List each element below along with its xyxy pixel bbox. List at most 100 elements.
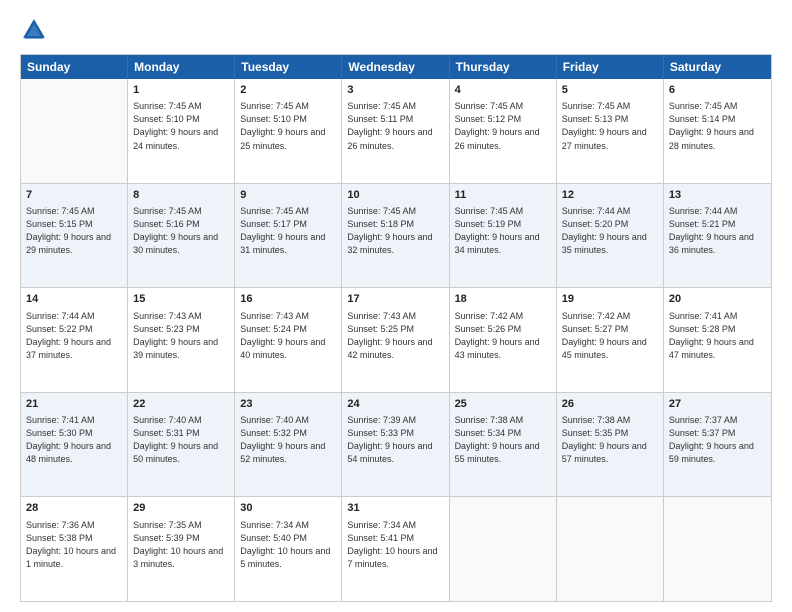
day-cell-3: 3 Sunrise: 7:45 AMSunset: 5:11 PMDaylight… xyxy=(342,79,449,183)
day-cell-4: 4 Sunrise: 7:45 AMSunset: 5:12 PMDaylight… xyxy=(450,79,557,183)
day-number: 9 xyxy=(240,188,336,203)
day-number: 30 xyxy=(240,501,336,516)
header-day-sunday: Sunday xyxy=(21,55,128,79)
header-day-tuesday: Tuesday xyxy=(235,55,342,79)
header-day-wednesday: Wednesday xyxy=(342,55,449,79)
day-info: Sunrise: 7:45 AMSunset: 5:14 PMDaylight:… xyxy=(669,100,766,152)
day-cell-2: 2 Sunrise: 7:45 AMSunset: 5:10 PMDaylight… xyxy=(235,79,342,183)
day-info: Sunrise: 7:43 AMSunset: 5:23 PMDaylight:… xyxy=(133,310,229,362)
day-number: 3 xyxy=(347,83,443,98)
day-info: Sunrise: 7:45 AMSunset: 5:10 PMDaylight:… xyxy=(240,100,336,152)
day-cell-18: 18 Sunrise: 7:42 AMSunset: 5:26 PMDayligh… xyxy=(450,288,557,392)
header-day-saturday: Saturday xyxy=(664,55,771,79)
day-cell-9: 9 Sunrise: 7:45 AMSunset: 5:17 PMDaylight… xyxy=(235,184,342,288)
day-info: Sunrise: 7:34 AMSunset: 5:40 PMDaylight:… xyxy=(240,519,336,571)
calendar-week-5: 28 Sunrise: 7:36 AMSunset: 5:38 PMDayligh… xyxy=(21,497,771,601)
day-number: 1 xyxy=(133,83,229,98)
day-info: Sunrise: 7:45 AMSunset: 5:12 PMDaylight:… xyxy=(455,100,551,152)
day-number: 4 xyxy=(455,83,551,98)
day-cell-23: 23 Sunrise: 7:40 AMSunset: 5:32 PMDayligh… xyxy=(235,393,342,497)
empty-cell xyxy=(557,497,664,601)
day-number: 6 xyxy=(669,83,766,98)
day-info: Sunrise: 7:41 AMSunset: 5:30 PMDaylight:… xyxy=(26,414,122,466)
day-number: 7 xyxy=(26,188,122,203)
day-number: 31 xyxy=(347,501,443,516)
header xyxy=(20,16,772,44)
day-cell-30: 30 Sunrise: 7:34 AMSunset: 5:40 PMDayligh… xyxy=(235,497,342,601)
day-number: 15 xyxy=(133,292,229,307)
day-number: 2 xyxy=(240,83,336,98)
day-cell-16: 16 Sunrise: 7:43 AMSunset: 5:24 PMDayligh… xyxy=(235,288,342,392)
day-info: Sunrise: 7:45 AMSunset: 5:11 PMDaylight:… xyxy=(347,100,443,152)
day-info: Sunrise: 7:41 AMSunset: 5:28 PMDaylight:… xyxy=(669,310,766,362)
day-info: Sunrise: 7:34 AMSunset: 5:41 PMDaylight:… xyxy=(347,519,443,571)
day-cell-15: 15 Sunrise: 7:43 AMSunset: 5:23 PMDayligh… xyxy=(128,288,235,392)
day-number: 11 xyxy=(455,188,551,203)
day-number: 13 xyxy=(669,188,766,203)
calendar-header: SundayMondayTuesdayWednesdayThursdayFrid… xyxy=(21,55,771,79)
day-number: 25 xyxy=(455,397,551,412)
day-number: 29 xyxy=(133,501,229,516)
day-cell-27: 27Sunrise: 7:37 AMSunset: 5:37 PMDayligh… xyxy=(664,393,771,497)
day-number: 14 xyxy=(26,292,122,307)
day-number: 17 xyxy=(347,292,443,307)
empty-cell xyxy=(21,79,128,183)
day-cell-5: 5 Sunrise: 7:45 AMSunset: 5:13 PMDaylight… xyxy=(557,79,664,183)
day-info: Sunrise: 7:35 AMSunset: 5:39 PMDaylight:… xyxy=(133,519,229,571)
day-number: 18 xyxy=(455,292,551,307)
day-cell-8: 8 Sunrise: 7:45 AMSunset: 5:16 PMDaylight… xyxy=(128,184,235,288)
day-info: Sunrise: 7:43 AMSunset: 5:24 PMDaylight:… xyxy=(240,310,336,362)
day-info: Sunrise: 7:39 AMSunset: 5:33 PMDaylight:… xyxy=(347,414,443,466)
day-cell-13: 13Sunrise: 7:44 AMSunset: 5:21 PMDayligh… xyxy=(664,184,771,288)
day-cell-22: 22Sunrise: 7:40 AMSunset: 5:31 PMDayligh… xyxy=(128,393,235,497)
day-number: 16 xyxy=(240,292,336,307)
day-number: 5 xyxy=(562,83,658,98)
day-cell-21: 21 Sunrise: 7:41 AMSunset: 5:30 PMDayligh… xyxy=(21,393,128,497)
day-info: Sunrise: 7:43 AMSunset: 5:25 PMDaylight:… xyxy=(347,310,443,362)
day-cell-26: 26Sunrise: 7:38 AMSunset: 5:35 PMDayligh… xyxy=(557,393,664,497)
day-info: Sunrise: 7:45 AMSunset: 5:18 PMDaylight:… xyxy=(347,205,443,257)
day-info: Sunrise: 7:45 AMSunset: 5:13 PMDaylight:… xyxy=(562,100,658,152)
day-cell-19: 19Sunrise: 7:42 AMSunset: 5:27 PMDayligh… xyxy=(557,288,664,392)
day-cell-24: 24 Sunrise: 7:39 AMSunset: 5:33 PMDayligh… xyxy=(342,393,449,497)
day-cell-17: 17 Sunrise: 7:43 AMSunset: 5:25 PMDayligh… xyxy=(342,288,449,392)
day-number: 23 xyxy=(240,397,336,412)
page: SundayMondayTuesdayWednesdayThursdayFrid… xyxy=(0,0,792,612)
day-info: Sunrise: 7:45 AMSunset: 5:17 PMDaylight:… xyxy=(240,205,336,257)
day-cell-10: 10 Sunrise: 7:45 AMSunset: 5:18 PMDayligh… xyxy=(342,184,449,288)
day-info: Sunrise: 7:44 AMSunset: 5:20 PMDaylight:… xyxy=(562,205,658,257)
day-number: 24 xyxy=(347,397,443,412)
day-number: 20 xyxy=(669,292,766,307)
day-number: 21 xyxy=(26,397,122,412)
day-cell-6: 6 Sunrise: 7:45 AMSunset: 5:14 PMDaylight… xyxy=(664,79,771,183)
day-number: 26 xyxy=(562,397,658,412)
day-cell-12: 12Sunrise: 7:44 AMSunset: 5:20 PMDayligh… xyxy=(557,184,664,288)
day-info: Sunrise: 7:45 AMSunset: 5:10 PMDaylight:… xyxy=(133,100,229,152)
logo xyxy=(20,16,52,44)
calendar-week-4: 21 Sunrise: 7:41 AMSunset: 5:30 PMDayligh… xyxy=(21,393,771,498)
day-number: 8 xyxy=(133,188,229,203)
day-info: Sunrise: 7:36 AMSunset: 5:38 PMDaylight:… xyxy=(26,519,122,571)
day-info: Sunrise: 7:40 AMSunset: 5:32 PMDaylight:… xyxy=(240,414,336,466)
day-info: Sunrise: 7:42 AMSunset: 5:27 PMDaylight:… xyxy=(562,310,658,362)
day-number: 28 xyxy=(26,501,122,516)
day-number: 10 xyxy=(347,188,443,203)
day-info: Sunrise: 7:45 AMSunset: 5:19 PMDaylight:… xyxy=(455,205,551,257)
header-day-friday: Friday xyxy=(557,55,664,79)
day-cell-25: 25 Sunrise: 7:38 AMSunset: 5:34 PMDayligh… xyxy=(450,393,557,497)
header-day-monday: Monday xyxy=(128,55,235,79)
day-cell-7: 7Sunrise: 7:45 AMSunset: 5:15 PMDaylight… xyxy=(21,184,128,288)
empty-cell xyxy=(664,497,771,601)
calendar-week-2: 7Sunrise: 7:45 AMSunset: 5:15 PMDaylight… xyxy=(21,184,771,289)
day-info: Sunrise: 7:42 AMSunset: 5:26 PMDaylight:… xyxy=(455,310,551,362)
header-day-thursday: Thursday xyxy=(450,55,557,79)
empty-cell xyxy=(450,497,557,601)
calendar: SundayMondayTuesdayWednesdayThursdayFrid… xyxy=(20,54,772,602)
day-info: Sunrise: 7:38 AMSunset: 5:34 PMDaylight:… xyxy=(455,414,551,466)
logo-icon xyxy=(20,16,48,44)
day-info: Sunrise: 7:45 AMSunset: 5:16 PMDaylight:… xyxy=(133,205,229,257)
calendar-body: 1 Sunrise: 7:45 AMSunset: 5:10 PMDaylight… xyxy=(21,79,771,601)
day-cell-1: 1 Sunrise: 7:45 AMSunset: 5:10 PMDaylight… xyxy=(128,79,235,183)
day-info: Sunrise: 7:40 AMSunset: 5:31 PMDaylight:… xyxy=(133,414,229,466)
day-cell-29: 29 Sunrise: 7:35 AMSunset: 5:39 PMDayligh… xyxy=(128,497,235,601)
